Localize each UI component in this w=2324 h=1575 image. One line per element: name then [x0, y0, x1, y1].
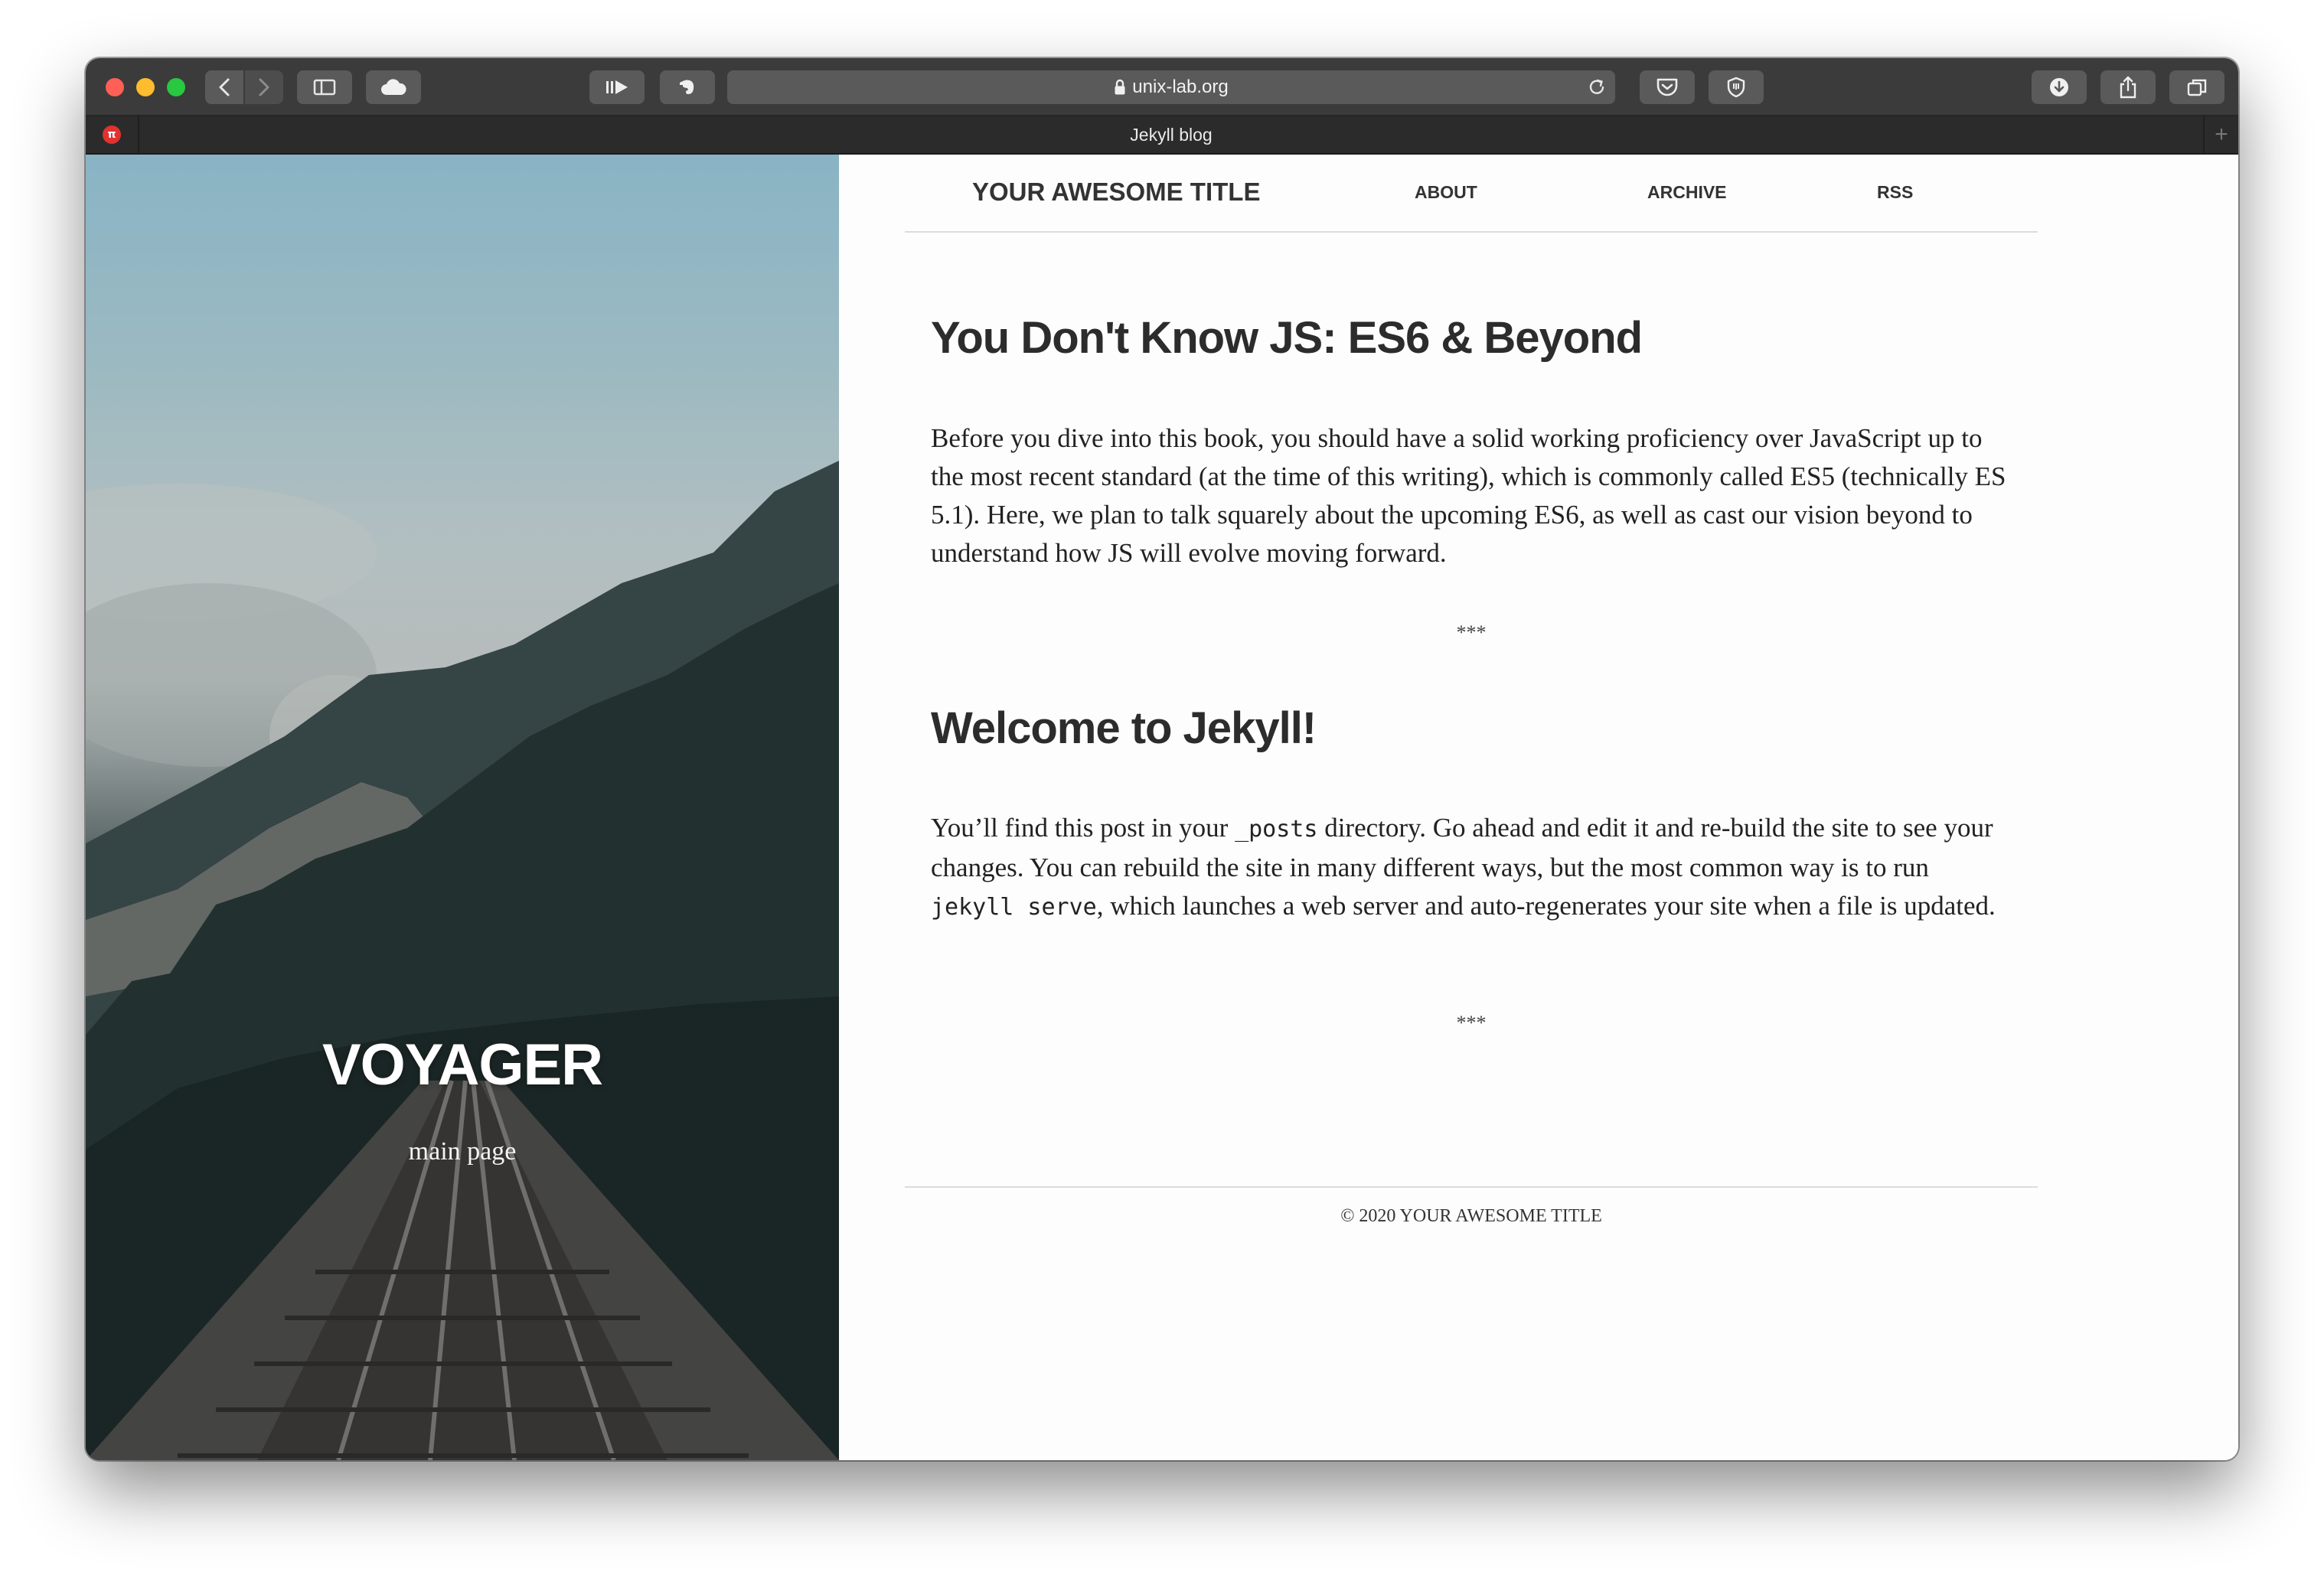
post-excerpt: Before you dive into this book, you shou… — [931, 419, 2010, 572]
pinned-tab[interactable]: π — [86, 116, 139, 153]
minimize-window-button[interactable] — [136, 78, 155, 96]
tabs-icon — [2187, 79, 2207, 96]
main-content: YOUR AWESOME TITLE ABOUT ARCHIVE RSS You… — [839, 155, 2238, 1460]
post-separator: *** — [1456, 621, 1487, 644]
icloud-tabs-button[interactable] — [366, 70, 421, 104]
downloads-button[interactable] — [2032, 70, 2087, 104]
hero-subtitle: main page — [408, 1137, 517, 1166]
back-icon — [219, 78, 230, 96]
sidebar-button[interactable] — [297, 70, 352, 104]
pocket-button[interactable] — [1640, 70, 1695, 104]
cloud-icon — [381, 79, 406, 95]
reload-button[interactable] — [1585, 75, 1609, 99]
favicon-icon: π — [103, 126, 121, 144]
sidebar-icon — [313, 79, 336, 96]
footer-divider — [905, 1186, 2038, 1188]
post-excerpt-text: Before you dive into this book, you shou… — [931, 423, 2006, 568]
evernote-icon — [680, 80, 694, 94]
site-nav: YOUR AWESOME TITLE ABOUT ARCHIVE RSS — [905, 155, 2038, 233]
post-title-link[interactable]: Welcome to Jekyll! — [931, 703, 2010, 754]
site-title-link[interactable]: YOUR AWESOME TITLE — [972, 178, 1260, 207]
forward-icon — [259, 78, 269, 96]
inline-code: _posts — [1235, 816, 1318, 843]
new-tab-button[interactable]: + — [2203, 116, 2238, 153]
tab-overview-button[interactable] — [2169, 70, 2224, 104]
back-button[interactable] — [205, 70, 243, 104]
forward-button[interactable] — [245, 70, 283, 104]
footer-copyright: © 2020 YOUR AWESOME TITLE — [1340, 1206, 1602, 1226]
inline-code: jekyll serve — [931, 894, 1097, 921]
post-separator: *** — [1456, 1012, 1487, 1034]
nav-link-about[interactable]: ABOUT — [1415, 182, 1477, 203]
maximize-window-button[interactable] — [167, 78, 185, 96]
reader-play-button[interactable] — [589, 70, 645, 104]
hero-background-image — [86, 155, 839, 1460]
nav-link-archive[interactable]: ARCHIVE — [1647, 182, 1727, 203]
address-bar[interactable]: unix-lab.org — [727, 70, 1615, 104]
post-excerpt: You’ll find this post in your _posts dir… — [931, 809, 2010, 927]
post-excerpt-text: You’ll find this post in your _posts dir… — [931, 813, 1996, 921]
reload-icon — [1589, 79, 1604, 94]
tab-active[interactable]: Jekyll blog — [139, 116, 2203, 153]
reader-play-icon — [606, 80, 628, 94]
share-button[interactable] — [2100, 70, 2156, 104]
toolbar: unix-lab.org — [86, 58, 2238, 116]
tab-bar: π Jekyll blog + — [86, 116, 2238, 155]
nav-link-rss[interactable]: RSS — [1877, 182, 1913, 203]
browser-window: unix-lab.org π Jekyll blog + VOYAGER mai… — [86, 58, 2238, 1460]
pocket-icon — [1657, 78, 1678, 96]
post-item: Welcome to Jekyll! — [931, 703, 2010, 754]
hero-title: VOYAGER — [322, 1032, 603, 1097]
privacy-shield-button[interactable] — [1709, 70, 1764, 104]
download-icon — [2050, 78, 2068, 96]
hero-panel: VOYAGER main page — [86, 155, 839, 1460]
post-title-link[interactable]: You Don't Know JS: ES6 & Beyond — [931, 312, 2010, 364]
shield-icon — [1727, 77, 1745, 98]
url-text: unix-lab.org — [1132, 77, 1229, 97]
web-page: VOYAGER main page YOUR AWESOME TITLE ABO… — [86, 155, 2238, 1460]
post-item: You Don't Know JS: ES6 & Beyond — [931, 312, 2010, 364]
evernote-button[interactable] — [660, 70, 715, 104]
lock-icon — [1114, 79, 1126, 96]
share-icon — [2120, 76, 2136, 99]
close-window-button[interactable] — [106, 78, 124, 96]
